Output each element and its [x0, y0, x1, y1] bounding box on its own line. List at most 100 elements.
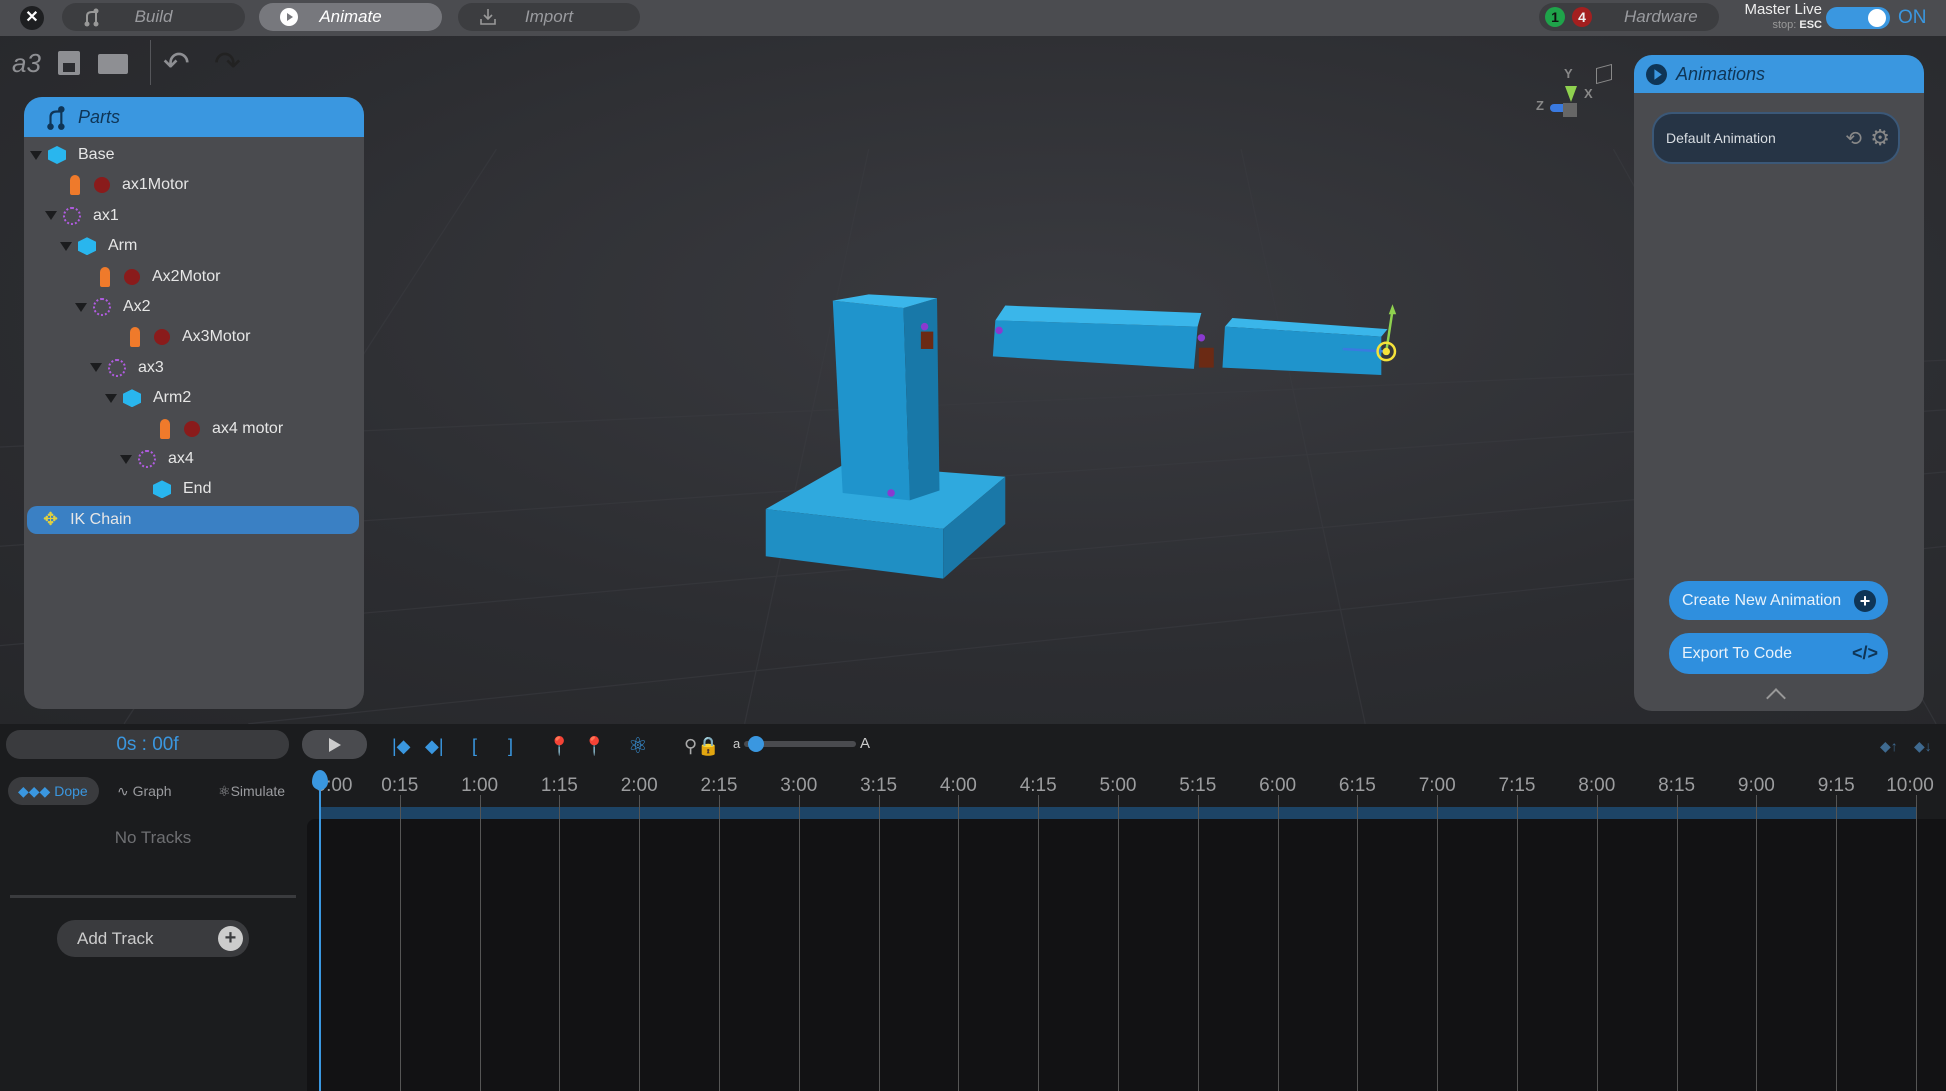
time-display[interactable]: 0s : 00f: [6, 730, 289, 759]
time-gridline: [1277, 795, 1279, 1091]
time-gridline: [399, 795, 401, 1091]
remove-marker-icon[interactable]: 📍: [583, 736, 605, 756]
time-tick-label: 7:00: [1418, 775, 1456, 796]
tree-item[interactable]: ax1Motor: [52, 171, 189, 199]
playhead[interactable]: [319, 771, 321, 1091]
play-icon: [1646, 64, 1667, 85]
expand-triangle-icon[interactable]: [105, 393, 117, 403]
tree-item[interactable]: ax1: [45, 202, 119, 230]
undo-icon[interactable]: ↶: [163, 44, 190, 82]
time-tick-label: 5:00: [1099, 775, 1137, 796]
speed-slider[interactable]: [744, 736, 856, 752]
playhead-handle[interactable]: [312, 770, 328, 790]
animations-header: Animations: [1634, 55, 1924, 93]
expand-triangle-icon[interactable]: [30, 150, 42, 160]
cube-icon: [78, 237, 96, 256]
jump-to-end-icon[interactable]: ◆|: [425, 736, 444, 756]
tree-item[interactable]: Arm: [60, 232, 137, 260]
error-badge: 4: [1572, 7, 1592, 27]
loop-icon[interactable]: ⟲: [1845, 126, 1862, 151]
motor-status-icon: [184, 420, 200, 437]
tree-item[interactable]: Ax3Motor: [112, 323, 250, 351]
range-start-icon[interactable]: [: [472, 736, 477, 756]
mode-simulate[interactable]: ⚛Simulate: [218, 777, 285, 805]
time-tick-label: 0:15: [381, 775, 419, 796]
add-track-button[interactable]: Add Track +: [57, 920, 249, 957]
time-tick-label: 2:15: [700, 775, 738, 796]
time-gridline: [1916, 795, 1917, 1091]
tab-import[interactable]: Import: [458, 3, 640, 31]
parts-header: Parts: [24, 97, 364, 137]
add-marker-icon[interactable]: 📍: [548, 736, 570, 756]
jump-to-start-icon[interactable]: |◆: [392, 736, 411, 756]
cube-icon: [48, 146, 66, 164]
gear-icon[interactable]: ⚙: [1870, 125, 1890, 151]
joint-icon: [93, 298, 111, 316]
toggle-state: ON: [1898, 7, 1927, 28]
expand-triangle-icon[interactable]: [120, 454, 132, 464]
toolbar-divider: [150, 40, 151, 85]
tab-build[interactable]: Build: [62, 3, 245, 31]
tree-item[interactable]: Arm2: [105, 384, 191, 412]
motor-icon: [130, 327, 140, 348]
export-code-button[interactable]: Export To Code </>: [1669, 633, 1888, 674]
collapse-chevron-icon[interactable]: [1766, 688, 1786, 708]
time-gridline: [719, 795, 720, 1091]
tree-item[interactable]: Base: [30, 141, 114, 169]
close-button[interactable]: ✕: [20, 6, 44, 30]
create-animation-button[interactable]: Create New Animation +: [1669, 581, 1888, 620]
tree-item[interactable]: ✥ IK Chain: [27, 505, 359, 534]
mode-dope[interactable]: ◆◆◆ Dope: [8, 777, 99, 805]
expand-triangle-icon[interactable]: [75, 302, 87, 312]
expand-triangle-icon[interactable]: [60, 241, 72, 251]
tree-item[interactable]: Ax2Motor: [82, 263, 220, 291]
slider-max-label: A: [860, 735, 871, 752]
time-gridline: [1676, 795, 1678, 1091]
time-gridline: [798, 795, 800, 1091]
animation-item[interactable]: Default Animation ⟲ ⚙: [1652, 112, 1900, 164]
time-gridline: [1437, 795, 1439, 1091]
plus-icon: +: [1854, 589, 1876, 612]
expand-triangle-icon[interactable]: [90, 363, 102, 373]
time-gridline: [1596, 795, 1598, 1091]
motor-icon: [160, 418, 170, 439]
plus-icon: +: [218, 926, 243, 951]
range-end-icon[interactable]: ]: [508, 736, 513, 756]
tree-item[interactable]: ax4 motor: [142, 415, 283, 443]
view-orientation-gizmo[interactable]: Y X Z: [1532, 66, 1602, 136]
top-bar: ✕ Build Animate Import 1 4 Hardware Mast…: [0, 0, 1946, 36]
play-button[interactable]: [302, 730, 367, 759]
track-area[interactable]: [307, 819, 1946, 1091]
stop-hint: stop: ESC: [1772, 19, 1822, 31]
tree-item[interactable]: Ax2: [75, 293, 151, 321]
time-tick-label: 8:15: [1658, 775, 1696, 796]
time-tick-label: 9:15: [1817, 775, 1855, 796]
time-tick-label: 4:15: [1019, 775, 1057, 796]
save-icon[interactable]: [58, 51, 80, 75]
motor-status-icon: [94, 177, 110, 194]
joint-icon: [138, 450, 156, 468]
mode-graph[interactable]: ∿ Graph: [117, 777, 172, 805]
tree-item[interactable]: End: [135, 475, 211, 503]
hardware-button[interactable]: 1 4 Hardware: [1539, 3, 1719, 31]
motor-status-icon: [154, 329, 170, 346]
time-gridline: [639, 795, 641, 1091]
open-folder-icon[interactable]: [98, 54, 128, 74]
ik-lock-icon[interactable]: ⚲🔒: [684, 736, 720, 756]
key-up-icon[interactable]: ◆↑: [1880, 736, 1898, 756]
tree-item[interactable]: ax4: [120, 445, 194, 473]
time-gridline: [1836, 795, 1838, 1091]
animations-panel: Animations Default Animation ⟲ ⚙ Create …: [1634, 55, 1924, 711]
tree-item[interactable]: ax3: [90, 354, 164, 382]
time-gridline: [479, 795, 481, 1091]
time-tick-label: 6:15: [1338, 775, 1376, 796]
time-gridline: [1038, 795, 1040, 1091]
time-tick-label: 1:00: [461, 775, 499, 796]
expand-triangle-icon[interactable]: [45, 211, 57, 221]
tab-animate[interactable]: Animate: [259, 3, 442, 31]
physics-atom-icon[interactable]: ⚛: [628, 735, 648, 757]
slider-min-label: a: [733, 736, 741, 751]
redo-icon[interactable]: ↷: [214, 44, 241, 82]
key-down-icon[interactable]: ◆↓: [1914, 736, 1932, 756]
master-live-toggle[interactable]: [1826, 7, 1890, 29]
